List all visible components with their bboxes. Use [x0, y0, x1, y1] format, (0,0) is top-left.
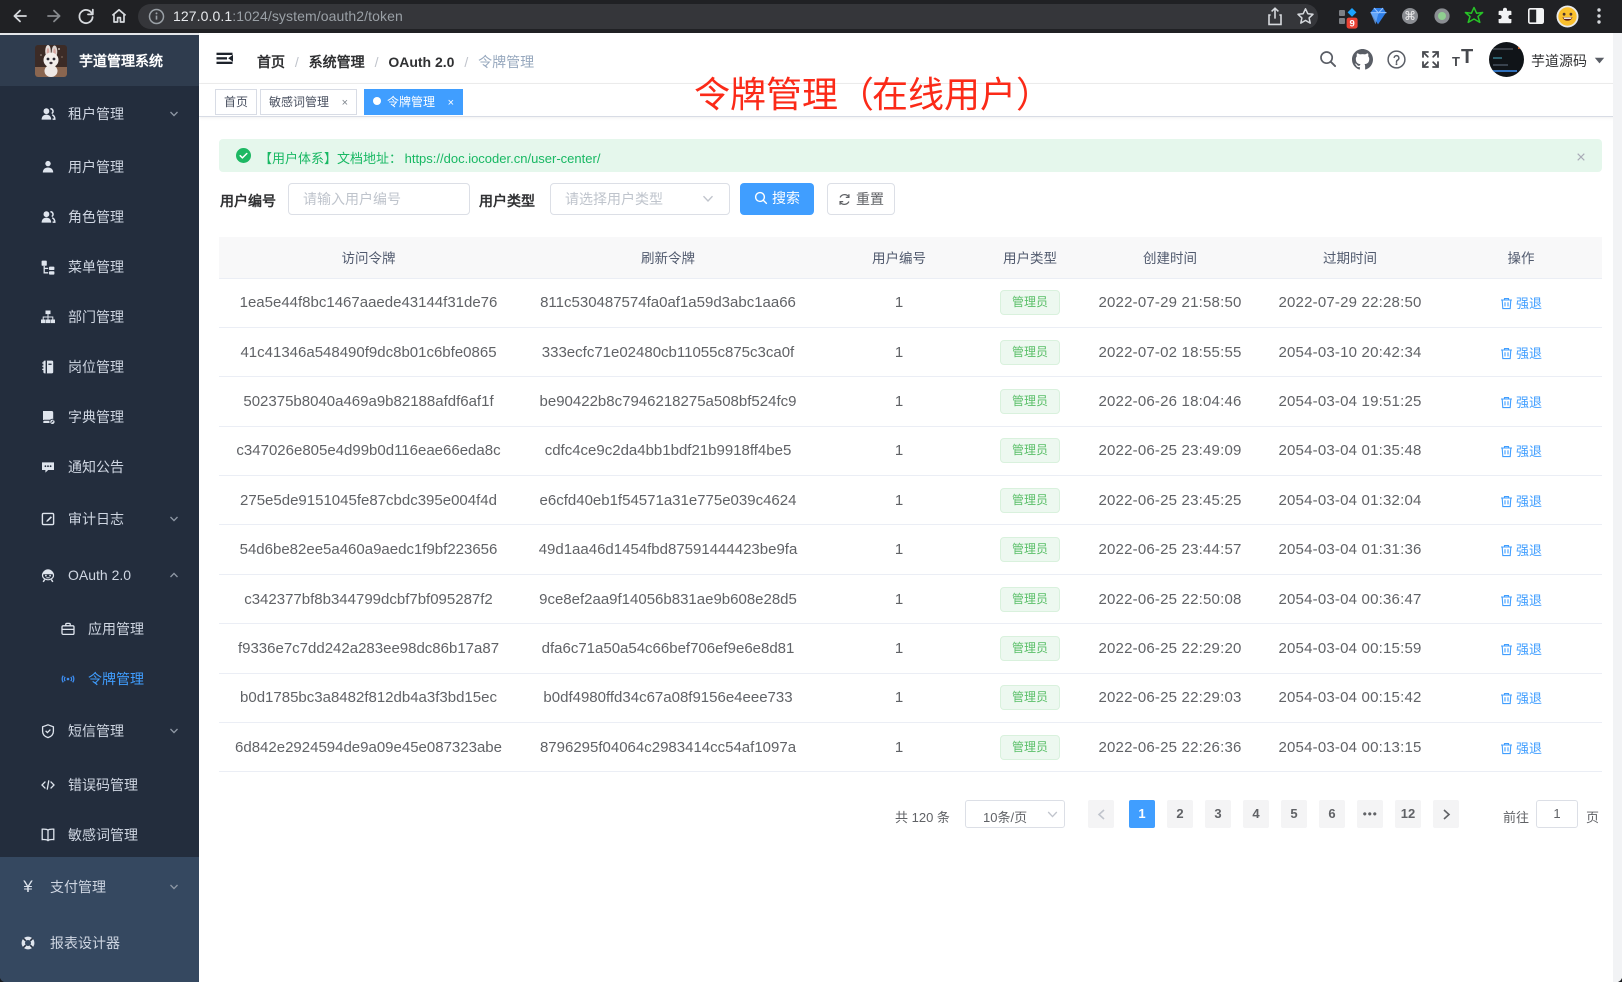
svg-text:9: 9 — [1349, 19, 1354, 29]
